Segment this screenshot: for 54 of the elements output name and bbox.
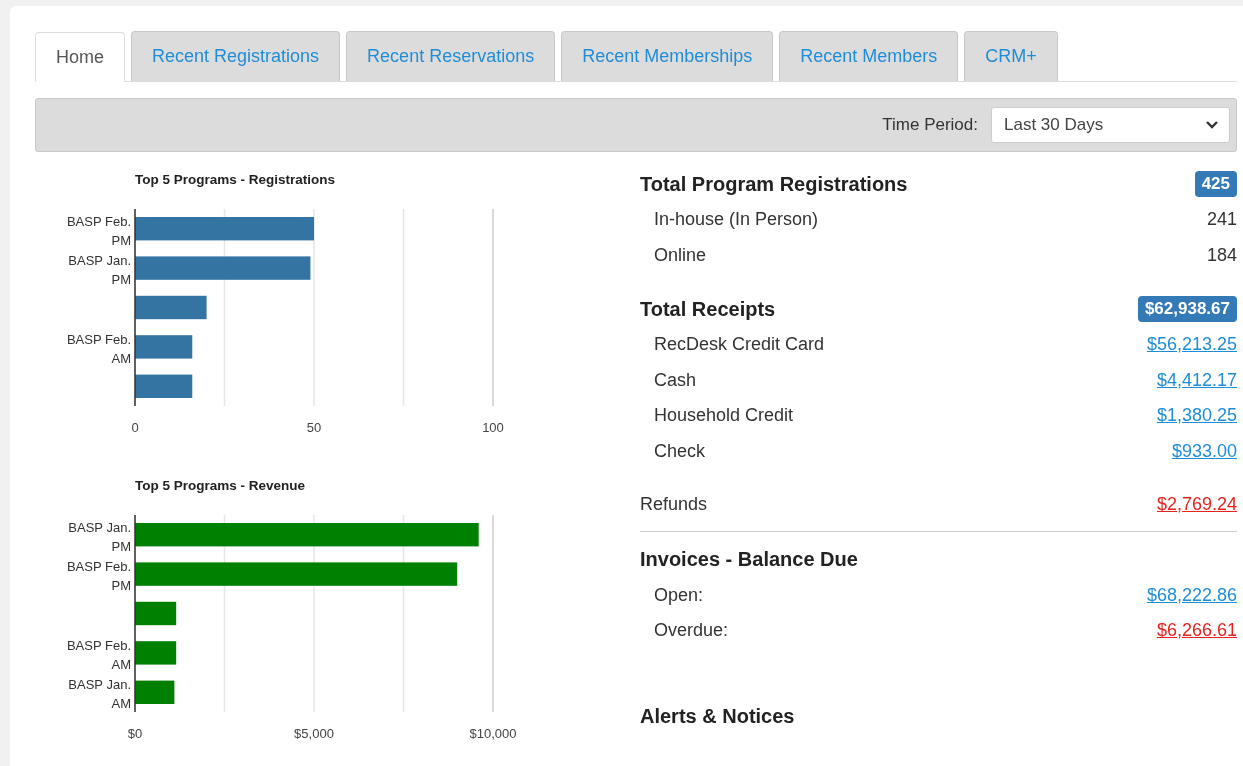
section-title: Total Receipts bbox=[640, 297, 776, 321]
tab[interactable]: CRM+ bbox=[964, 31, 1058, 81]
category-label: BASP Feb. AM bbox=[66, 637, 131, 672]
row-value: 184 bbox=[1206, 244, 1237, 266]
section-title: Alerts & Notices bbox=[640, 705, 795, 728]
chart-title: Top 5 Programs - Revenue bbox=[135, 478, 306, 493]
tick-label: 50 bbox=[306, 420, 322, 435]
bar bbox=[135, 295, 207, 320]
chart-title: Top 5 Programs - Registrations bbox=[135, 172, 336, 187]
tab[interactable]: Recent Memberships bbox=[561, 31, 774, 81]
bar bbox=[135, 335, 193, 359]
amount-link[interactable]: $2,769.24 bbox=[1156, 494, 1237, 516]
tick-label: 100 bbox=[482, 420, 504, 435]
category-label: BASP Jan. PM bbox=[68, 253, 131, 288]
tick-label: 0 bbox=[131, 420, 139, 435]
total-badge: 425 bbox=[1194, 171, 1237, 197]
amount-link[interactable]: $1,380.25 bbox=[1156, 405, 1237, 427]
category-label: BASP Feb. PM bbox=[66, 559, 131, 594]
category-label: BASP Jan. AM bbox=[68, 677, 131, 712]
bar bbox=[135, 680, 175, 704]
row-label: Cash bbox=[654, 369, 697, 391]
tick-label: $5,000 bbox=[294, 726, 334, 741]
row-label: RecDesk Credit Card bbox=[654, 334, 825, 356]
bar bbox=[135, 601, 177, 626]
row-label: Refunds bbox=[640, 494, 708, 516]
section-title: Invoices - Balance Due bbox=[640, 548, 858, 571]
row-label: Open: bbox=[654, 584, 704, 606]
row-label: Household Credit bbox=[654, 405, 794, 427]
row-label: Check bbox=[654, 440, 706, 462]
time-period-select[interactable]: Last 30 Days bbox=[991, 107, 1230, 143]
category-label: BASP Feb. AM bbox=[66, 331, 131, 366]
bar bbox=[135, 374, 193, 398]
section-title: Total Program Registrations bbox=[640, 172, 908, 196]
tab[interactable]: Home bbox=[35, 32, 125, 82]
tab[interactable]: Recent Members bbox=[779, 31, 959, 81]
category-label: BASP Feb. PM bbox=[66, 213, 131, 248]
total-badge: $62,938.67 bbox=[1137, 296, 1237, 322]
row-label: Online bbox=[654, 244, 707, 266]
row-label: Overdue: bbox=[654, 620, 729, 642]
row-label: In-house (In Person) bbox=[654, 209, 819, 231]
amount-link[interactable]: $933.00 bbox=[1171, 440, 1237, 462]
bar bbox=[135, 641, 177, 665]
amount-link[interactable]: $4,412.17 bbox=[1156, 369, 1237, 391]
amount-link[interactable]: $68,222.86 bbox=[1146, 584, 1237, 606]
tab[interactable]: Recent Reservations bbox=[346, 31, 556, 81]
tick-label: $0 bbox=[127, 726, 143, 741]
amount-link[interactable]: $6,266.61 bbox=[1156, 620, 1237, 642]
chevron-down-icon bbox=[1205, 120, 1219, 130]
amount-link[interactable]: $56,213.25 bbox=[1146, 334, 1237, 356]
row-value: 241 bbox=[1206, 209, 1237, 231]
filter-label: Time Period: bbox=[882, 115, 978, 135]
tab[interactable]: Recent Registrations bbox=[131, 31, 341, 81]
category-label: BASP Jan. PM bbox=[68, 519, 131, 554]
tick-label: $10,000 bbox=[469, 726, 517, 741]
